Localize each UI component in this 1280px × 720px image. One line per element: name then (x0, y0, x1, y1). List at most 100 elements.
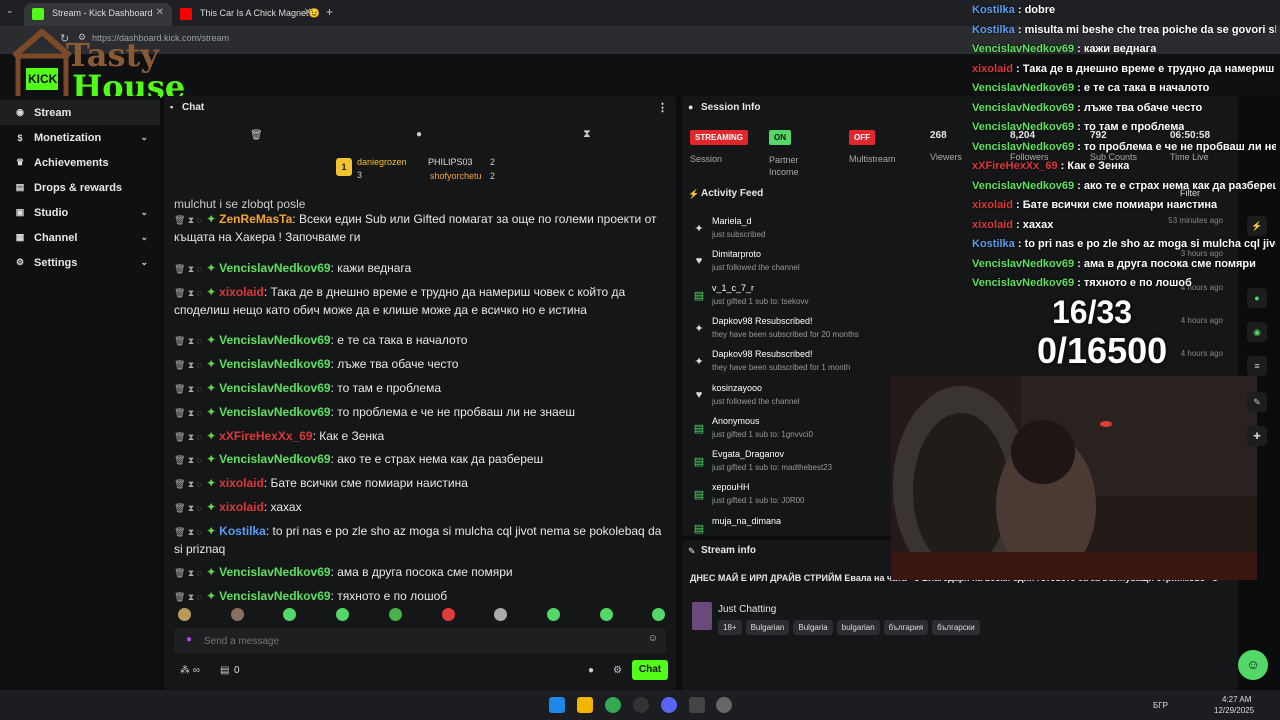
chat-username[interactable]: xXFireHexXx_69 (219, 429, 312, 443)
emote-icon[interactable] (441, 608, 455, 621)
sub-badge-icon: ✦ (206, 212, 217, 226)
chat-username[interactable]: VencislavNedkov69 (219, 452, 330, 466)
chat-username[interactable]: VencislavNedkov69 (219, 589, 330, 603)
mod-actions-icon[interactable]: 🗑 ⧗ ◌ (174, 592, 202, 602)
language-indicator[interactable]: БГР (1153, 701, 1168, 710)
tag: bulgarian (836, 620, 880, 635)
windows-start-icon[interactable] (549, 697, 565, 713)
clock-date[interactable]: 12/29/2025 (1214, 706, 1254, 715)
sidebar-item-achievements[interactable]: ♛ Achievements (0, 150, 160, 175)
mod-actions-icon[interactable]: 🗑 ⧗ ◌ (174, 527, 202, 537)
chat-username[interactable]: xixolaid (219, 476, 264, 490)
supporter-name[interactable]: PHILIPS03 (428, 157, 473, 167)
activity-item: ♥ Dimitarproto just followed the channel 3 … (688, 247, 1223, 280)
rail-edit-icon[interactable]: ✎ (1247, 392, 1267, 412)
overlay-text: кажи веднага (1083, 43, 1157, 55)
mod-actions-icon[interactable]: 🗑 ⧗ ◌ (174, 455, 202, 465)
emote-icon[interactable] (283, 608, 297, 621)
sidebar-item-label: Achievements (34, 156, 109, 169)
chat-username[interactable]: VencislavNedkov69 (219, 565, 330, 579)
emote-icon[interactable] (599, 608, 613, 621)
tag: 18+ (718, 620, 742, 635)
stat-label: Time Live (1170, 152, 1209, 162)
mic-icon[interactable]: ● (186, 634, 192, 645)
mod-actions-icon[interactable]: 🗑 ⧗ ◌ (174, 479, 202, 489)
tab-search-icon[interactable]: ⌄ (6, 5, 14, 16)
discord-icon[interactable] (661, 697, 677, 713)
chat-username[interactable]: VencislavNedkov69 (219, 261, 330, 275)
new-tab-icon[interactable]: + (326, 5, 333, 19)
emote-icon[interactable] (178, 608, 191, 621)
chat-username[interactable]: xixolaid (219, 285, 264, 299)
mod-actions-icon[interactable]: 🗑 ⧗ ◌ (174, 432, 202, 442)
chat-username[interactable]: xixolaid (219, 500, 264, 514)
overlay-username: xXFireHexXx_69 (972, 160, 1058, 172)
message-input[interactable]: ● ☺ (174, 628, 666, 654)
supporter-name[interactable]: shofyorchetu (430, 171, 482, 181)
chat-settings-icon[interactable]: ● (588, 665, 594, 676)
trash-tab-icon[interactable]: 🗑 (250, 130, 263, 141)
sidebar-item-channel[interactable]: ▦ Channel ⌄ (0, 225, 160, 250)
clock-time[interactable]: 4:27 AM (1222, 695, 1251, 704)
mod-actions-icon[interactable]: 🗑 ⧗ ◌ (174, 288, 202, 298)
overlay-username: Kostilka (972, 23, 1015, 36)
sidebar-item-settings[interactable]: ⚙ Settings ⌄ (0, 250, 160, 275)
hourglass-tab-icon[interactable]: ⧗ (583, 128, 591, 141)
chat-username[interactable]: ZenReMasTa (219, 212, 292, 226)
mod-actions-icon[interactable]: 🗑 ⧗ ◌ (174, 503, 202, 513)
emote-icon[interactable] (652, 608, 666, 621)
mod-actions-icon[interactable]: 🗑 ⧗ ◌ (174, 408, 202, 418)
emote-icon[interactable] (494, 608, 508, 621)
rail-bolt-icon[interactable]: ⚡ (1247, 216, 1267, 236)
help-icon[interactable]: ☺ (1238, 650, 1268, 680)
sidebar-item-stream[interactable]: ◉ Stream (0, 100, 160, 125)
points-icon[interactable]: ⁂ ∞ (180, 665, 200, 676)
obs-icon[interactable] (633, 697, 649, 713)
chat-username[interactable]: VencislavNedkov69 (219, 405, 330, 419)
sidebar-item-studio[interactable]: ▣ Studio ⌄ (0, 200, 160, 225)
chat-username[interactable]: VencislavNedkov69 (219, 333, 330, 347)
supporter-name[interactable]: daniegrozen (357, 157, 407, 167)
rail-broadcast-icon[interactable]: ◉ (1247, 322, 1267, 342)
emote-icon[interactable] (336, 608, 350, 621)
rail-list-icon[interactable]: ≡ (1247, 356, 1267, 376)
category-name[interactable]: Just Chatting (718, 604, 776, 615)
sidebar-item-label: Channel (34, 231, 78, 244)
close-tab-icon[interactable]: ✕ (304, 7, 312, 18)
gift-icon: ▤ (15, 182, 25, 192)
overlay-text: ама в друга посока сме помяри (1083, 257, 1256, 270)
sidebar-item-drops[interactable]: ▤ Drops & rewards (0, 175, 160, 200)
file-explorer-icon[interactable] (577, 697, 593, 713)
browser-tab-youtube[interactable]: This Car Is A Chick Magnet😉 ✕ (172, 3, 320, 26)
settings-app-icon[interactable] (716, 697, 732, 713)
mod-actions-icon[interactable]: 🗑 ⧗ ◌ (174, 384, 202, 394)
more-options-icon[interactable]: ⋮ (657, 101, 668, 114)
chat-username[interactable]: VencislavNedkov69 (219, 357, 330, 371)
bubble-tab-icon[interactable]: ● (416, 129, 422, 140)
send-message-field[interactable] (204, 632, 624, 650)
mod-actions-icon[interactable]: 🗑 ⧗ ◌ (174, 336, 202, 346)
activity-title: Mariela_d (712, 216, 752, 226)
mod-actions-icon[interactable]: 🗑 ⧗ ◌ (174, 264, 202, 274)
mod-actions-icon[interactable]: 🗑 ⧗ ◌ (174, 568, 202, 578)
emote-icon[interactable] (230, 608, 244, 621)
session-title: Session Info (701, 102, 761, 113)
chat-username[interactable]: Kostilka (219, 524, 266, 538)
mod-actions-icon[interactable]: 🗑 ⧗ ◌ (174, 215, 202, 225)
sub-badge-icon: ✦ (206, 333, 217, 347)
emoji-icon[interactable]: ☺ (648, 633, 658, 644)
mod-actions-icon[interactable]: 🗑 ⧗ ◌ (174, 360, 202, 370)
rail-chat-icon[interactable]: ● (1247, 288, 1267, 308)
rail-puzzle-icon[interactable]: ✚ (1247, 426, 1267, 446)
stream-info-title: Stream info (701, 545, 757, 556)
sidebar-item-monetization[interactable]: $ Monetization ⌄ (0, 125, 160, 150)
terminal-icon[interactable] (689, 697, 705, 713)
gift-icon: ▤ (693, 489, 705, 502)
dollar-icon: $ (17, 132, 23, 143)
emote-icon[interactable] (388, 608, 402, 621)
chrome-icon[interactable] (605, 697, 621, 713)
emote-icon[interactable] (546, 608, 560, 621)
gear-icon[interactable]: ⚙ (613, 665, 622, 676)
chat-username[interactable]: VencislavNedkov69 (219, 381, 330, 395)
send-chat-button[interactable]: Chat (632, 660, 668, 680)
